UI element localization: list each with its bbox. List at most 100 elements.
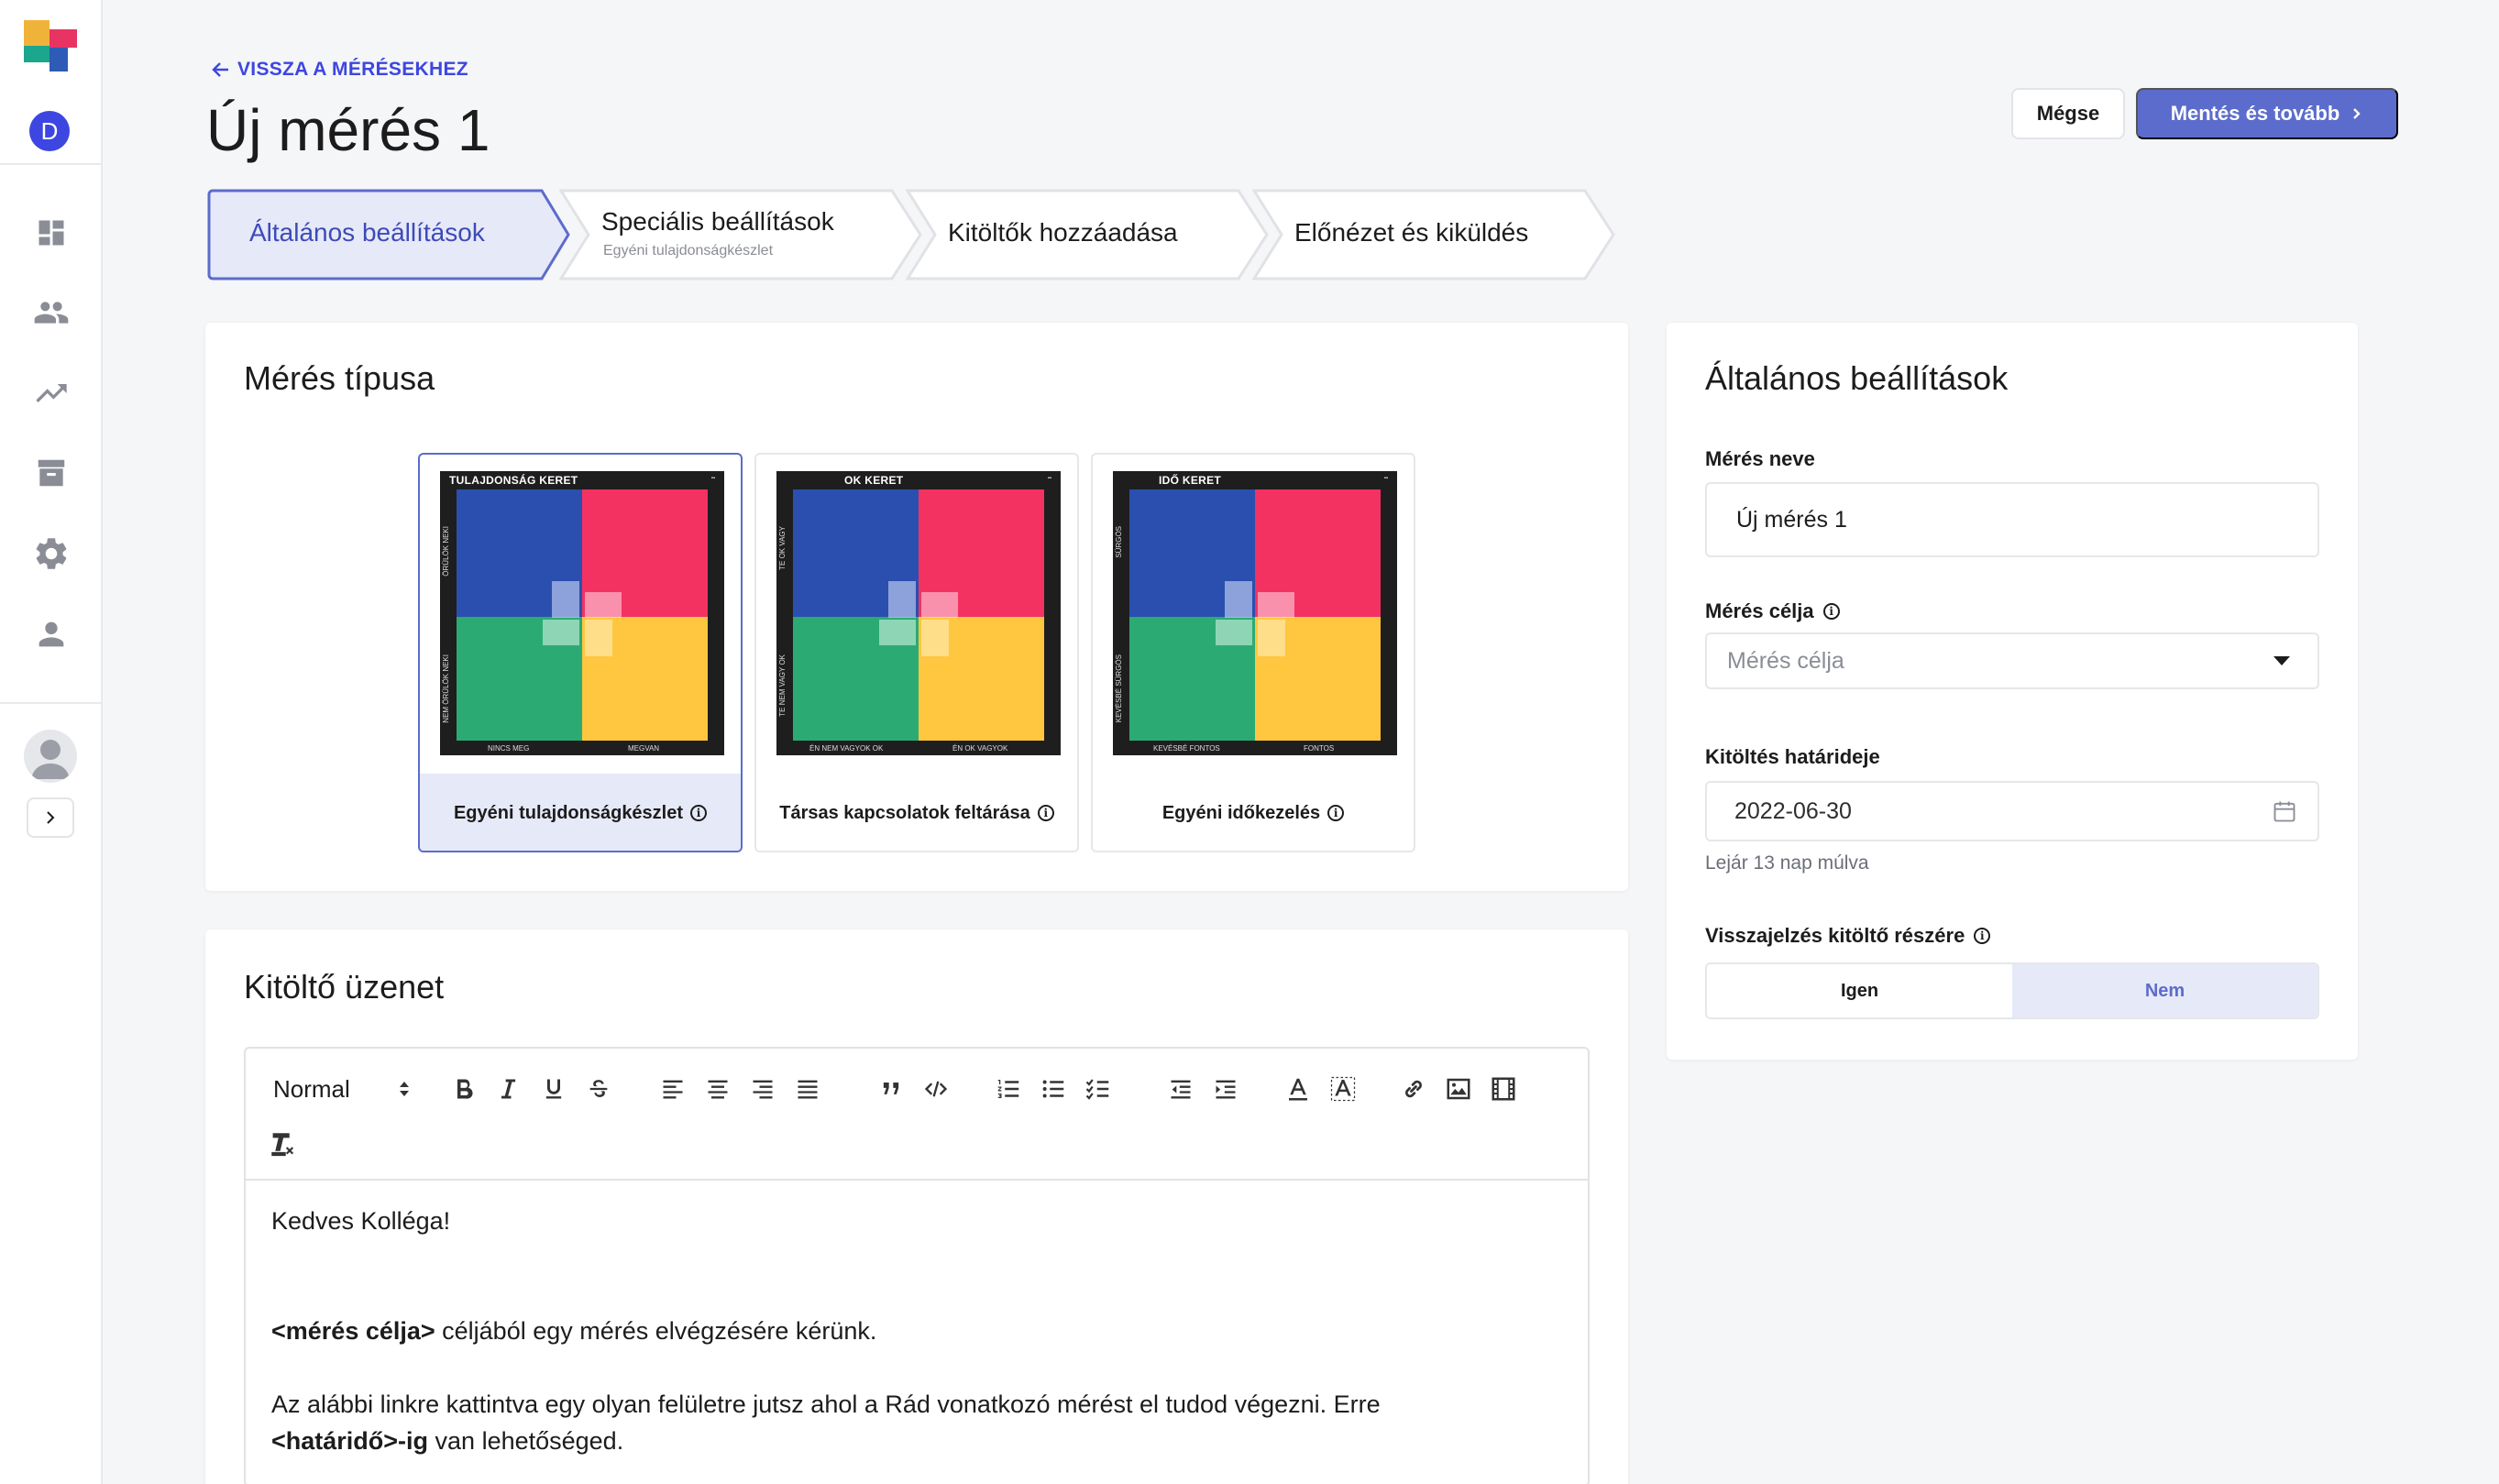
clear-formatting-button[interactable] (264, 1126, 301, 1162)
align-justify-icon (798, 1080, 818, 1099)
indent-icon (1216, 1080, 1236, 1099)
save-button-label: Mentés és tovább (2170, 102, 2340, 125)
dropdown-caret-icon (2273, 656, 2290, 665)
insert-image-button[interactable] (1440, 1071, 1477, 1107)
measure-type-option-relationships[interactable]: OK KERET ▪▪ TE OK VAGY TE NEM VAGY OK ÉN… (754, 453, 1079, 852)
sidebar-divider (0, 702, 101, 704)
code-block-button[interactable] (918, 1071, 954, 1107)
person-icon[interactable] (31, 614, 72, 654)
frame-axis-label: FONTOS (1304, 744, 1335, 753)
frame-header: IDŐ KERET (1159, 474, 1222, 487)
outdent-button[interactable] (1162, 1071, 1199, 1107)
indent-button[interactable] (1207, 1071, 1244, 1107)
calendar-icon[interactable] (2272, 798, 2297, 824)
background-color-button[interactable] (1325, 1071, 1361, 1107)
time-frame-image: IDŐ KERET ▪▪ SÜRGŐS KEVÉSBÉ SÜRGŐS KEVÉS… (1113, 471, 1397, 755)
ordered-list-button[interactable] (990, 1071, 1027, 1107)
strikethrough-icon (589, 1080, 608, 1097)
step-special-settings[interactable]: Speciális beállítások Egyéni tulajdonság… (559, 189, 924, 280)
info-icon[interactable]: i (690, 805, 708, 821)
message-text: van lehetőséged. (428, 1427, 624, 1455)
message-text: céljából egy mérés elvégzésére kérünk. (435, 1317, 877, 1345)
info-icon[interactable]: i (1822, 603, 1840, 620)
message-greeting: Kedves Kolléga! (271, 1207, 451, 1235)
feedback-toggle: Igen Nem (1705, 962, 2319, 1019)
image-icon (1447, 1078, 1470, 1100)
message-paragraph: Az alábbi linkre kattintva egy olyan fel… (271, 1386, 1555, 1459)
people-icon[interactable] (31, 292, 72, 333)
measure-goal-select[interactable]: Mérés célja (1705, 632, 2319, 689)
overlap-square (585, 620, 612, 656)
align-right-button[interactable] (744, 1071, 781, 1107)
quote-icon (883, 1083, 899, 1094)
step-label: Speciális beállítások (601, 207, 834, 236)
align-left-button[interactable] (655, 1071, 691, 1107)
option-caption-label: Egyéni tulajdonságkészlet (453, 802, 684, 823)
clear-format-icon (271, 1133, 294, 1157)
frame-axis-label: SÜRGŐS (1115, 526, 1123, 558)
measure-type-option-property[interactable]: TULAJDONSÁG KERET ▪▪ ÖRÜLÖK NEKI NEM ÖRÜ… (418, 453, 743, 852)
frame-header: OK KERET (844, 474, 904, 487)
frame-axis-label: TE OK VAGY (778, 526, 787, 570)
chevron-right-icon (2353, 108, 2361, 119)
feedback-label: Visszajelzés kitöltő részére i (1705, 924, 1991, 948)
align-center-button[interactable] (699, 1071, 736, 1107)
trending-up-icon[interactable] (31, 373, 72, 413)
ok-frame-image: OK KERET ▪▪ TE OK VAGY TE NEM VAGY OK ÉN… (776, 471, 1061, 755)
info-icon[interactable]: i (1974, 928, 1991, 944)
frame-brand: ▪▪ (1047, 476, 1051, 481)
archive-icon[interactable] (31, 453, 72, 493)
gear-icon[interactable] (31, 533, 72, 574)
strikethrough-button[interactable] (580, 1071, 617, 1107)
save-and-continue-button[interactable]: Mentés és tovább (2136, 88, 2398, 139)
clear-formatting-button-placeholder (513, 1126, 550, 1162)
option-caption: Társas kapcsolatok feltárása i (756, 774, 1077, 851)
measure-type-option-time[interactable]: IDŐ KERET ▪▪ SÜRGŐS KEVÉSBÉ SÜRGŐS KEVÉS… (1091, 453, 1415, 852)
feedback-yes-option[interactable]: Igen (1707, 964, 2012, 1017)
underline-button[interactable] (535, 1071, 572, 1107)
measure-name-label: Mérés neve (1705, 447, 1815, 471)
step-preview-and-send[interactable]: Előnézet és kiküldés (1252, 189, 1617, 280)
checklist-button[interactable] (1080, 1071, 1117, 1107)
general-settings-title: Általános beállítások (1705, 359, 2009, 397)
app-logo[interactable] (24, 20, 79, 71)
blockquote-button[interactable] (873, 1071, 909, 1107)
overlap-square (1258, 592, 1294, 618)
sidebar-expand-button[interactable] (27, 797, 74, 838)
bullet-list-button[interactable] (1035, 1071, 1072, 1107)
overlap-square (921, 620, 949, 656)
frame-axis-label: NEM ÖRÜLÖK NEKI (442, 654, 450, 723)
workspace-avatar[interactable]: D (29, 111, 70, 151)
italic-icon (501, 1079, 516, 1099)
text-color-button[interactable] (1280, 1071, 1316, 1107)
insert-video-button[interactable] (1485, 1071, 1522, 1107)
italic-button[interactable] (490, 1071, 526, 1107)
measure-goal-placeholder: Mérés célja (1727, 647, 1844, 674)
measure-name-input[interactable]: Új mérés 1 (1705, 482, 2319, 557)
cancel-button[interactable]: Mégse (2011, 88, 2125, 139)
step-add-respondents[interactable]: Kitöltők hozzáadása (906, 189, 1271, 280)
bold-button[interactable] (446, 1071, 482, 1107)
info-icon[interactable]: i (1037, 805, 1054, 821)
step-label: Előnézet és kiküldés (1294, 218, 1529, 247)
sidebar: D (0, 0, 103, 1484)
feedback-no-option[interactable]: Nem (2012, 964, 2317, 1017)
align-justify-button[interactable] (789, 1071, 826, 1107)
message-title: Kitöltő üzenet (244, 968, 445, 1006)
frame-axis-label: TE NEM VAGY OK (778, 654, 787, 717)
format-select[interactable]: Normal (273, 1069, 411, 1109)
editor-content[interactable]: Kedves Kolléga! <mérés célja> céljából e… (271, 1203, 1555, 1484)
step-general-settings[interactable]: Általános beállítások (207, 189, 572, 280)
info-icon[interactable]: i (1327, 805, 1345, 821)
deadline-date-input[interactable]: 2022-06-30 (1705, 781, 2319, 841)
arrow-left-icon (212, 62, 228, 77)
user-avatar[interactable] (24, 730, 77, 783)
underline-icon (545, 1079, 562, 1099)
checklist-icon (1085, 1079, 1109, 1100)
frame-axis-label: KEVÉSBÉ SÜRGŐS (1115, 654, 1123, 723)
dashboard-icon[interactable] (31, 213, 72, 253)
insert-link-button[interactable] (1395, 1071, 1432, 1107)
overlap-square (585, 592, 622, 618)
back-to-measurements-link[interactable]: VISSZA A MÉRÉSEKHEZ (212, 59, 468, 81)
deadline-label-text: Kitöltés határideje (1705, 745, 1880, 768)
